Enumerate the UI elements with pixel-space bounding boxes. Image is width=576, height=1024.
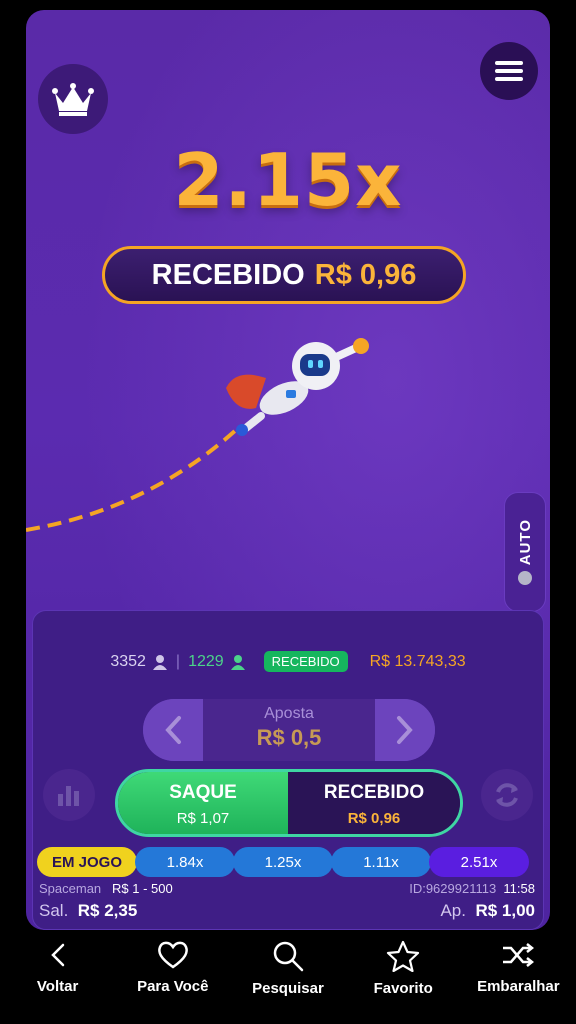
stats-divider: | bbox=[175, 652, 181, 670]
spaceman-character bbox=[226, 338, 369, 436]
received-box-value: R$ 0,96 bbox=[347, 810, 401, 827]
round-id: ID:9629921113 bbox=[409, 881, 497, 896]
status-badge: RECEBIDO bbox=[263, 651, 348, 672]
auto-label: AUTO bbox=[516, 518, 534, 566]
nav-label: Favorito bbox=[373, 980, 433, 997]
nav-label: Pesquisar bbox=[252, 980, 324, 997]
nav-search[interactable]: Pesquisar bbox=[233, 940, 343, 1024]
received-label: RECEBIDO bbox=[151, 258, 305, 291]
cashout-label: SAQUE bbox=[169, 782, 237, 803]
history-current: EM JOGO bbox=[37, 847, 137, 877]
nav-for-you[interactable]: Para Você bbox=[118, 940, 228, 1024]
received-box: RECEBIDO R$ 0,96 bbox=[288, 772, 460, 834]
cashout-button[interactable]: SAQUE R$ 1,07 bbox=[118, 772, 288, 834]
stats-button[interactable] bbox=[43, 769, 95, 821]
total-bet-label: Ap. bbox=[440, 901, 466, 920]
cashed-out-count: 1229 bbox=[188, 652, 224, 670]
nav-favorite[interactable]: Favorito bbox=[348, 940, 458, 1024]
history-item: 1.11x bbox=[331, 847, 431, 877]
hamburger-icon bbox=[495, 61, 523, 81]
balance-label: Sal. bbox=[39, 901, 69, 920]
round-time: 11:58 bbox=[503, 881, 535, 896]
balance: Sal. R$ 2,35 bbox=[39, 901, 137, 921]
auto-toggle[interactable]: AUTO bbox=[504, 492, 546, 612]
total-bet-value: R$ 1,00 bbox=[475, 901, 535, 920]
game-limits: Spaceman R$ 1 - 500 bbox=[39, 881, 173, 896]
balance-value: R$ 2,35 bbox=[77, 901, 138, 920]
history-item: 2.51x bbox=[429, 847, 529, 877]
game-name: Spaceman bbox=[39, 881, 102, 896]
round-meta: ID:9629921113 11:58 bbox=[409, 881, 535, 896]
bottom-nav: Voltar Para Você Pesquisar Favorito Emba… bbox=[0, 940, 576, 1024]
search-icon bbox=[273, 941, 304, 972]
nav-shuffle[interactable]: Embaralhar bbox=[463, 940, 573, 1024]
refresh-icon bbox=[496, 783, 518, 807]
balance-info: Sal. R$ 2,35 Ap. R$ 1,00 bbox=[39, 901, 535, 921]
chevron-right-icon bbox=[397, 716, 413, 744]
chevron-left-icon bbox=[50, 943, 64, 967]
players-count: 3352 bbox=[110, 652, 146, 670]
decrease-bet-button[interactable] bbox=[143, 699, 203, 761]
cashout-value: R$ 1,07 bbox=[176, 810, 230, 827]
history-item: 1.25x bbox=[233, 847, 333, 877]
increase-bet-button[interactable] bbox=[375, 699, 435, 761]
round-stats: 3352 | 1229 RECEBIDO R$ 13.743,33 bbox=[33, 651, 543, 672]
nav-label: Para Você bbox=[137, 978, 209, 995]
auto-bet-button[interactable] bbox=[481, 769, 533, 821]
user-icon bbox=[152, 654, 167, 670]
shuffle-icon bbox=[503, 943, 535, 967]
bet-amount-control: Aposta R$ 0,5 bbox=[143, 699, 435, 761]
nav-label: Voltar bbox=[36, 978, 79, 995]
auto-indicator-icon bbox=[518, 571, 532, 586]
bet-display: Aposta R$ 0,5 bbox=[203, 699, 375, 761]
game-info: Spaceman R$ 1 - 500 ID:9629921113 11:58 bbox=[39, 881, 535, 896]
round-history: EM JOGO 1.84x 1.25x 1.11x 2.51x bbox=[37, 847, 537, 877]
chevron-left-icon bbox=[165, 716, 181, 744]
bet-value: R$ 0,5 bbox=[256, 725, 322, 750]
bet-label: Aposta bbox=[264, 705, 314, 722]
history-item: 1.84x bbox=[135, 847, 235, 877]
bet-panel: 3352 | 1229 RECEBIDO R$ 13.743,33 Aposta… bbox=[32, 610, 544, 930]
star-icon bbox=[387, 940, 420, 972]
received-value: R$ 0,96 bbox=[314, 258, 417, 291]
received-box-label: RECEBIDO bbox=[323, 782, 425, 803]
crown-icon bbox=[52, 83, 94, 116]
total-bet: Ap. R$ 1,00 bbox=[440, 901, 535, 921]
game-area: 2.15x RECEBIDO R$ 0,96 AUTO 3352 | 1229 … bbox=[26, 10, 550, 930]
current-multiplier: 2.15x bbox=[173, 138, 403, 222]
bet-limits: R$ 1 - 500 bbox=[112, 881, 173, 896]
cashed-user-icon bbox=[230, 654, 245, 670]
heart-icon bbox=[157, 941, 188, 969]
menu-button[interactable] bbox=[480, 42, 538, 100]
leaderboard-button[interactable] bbox=[38, 64, 108, 134]
nav-label: Embaralhar bbox=[477, 978, 560, 995]
total-won: R$ 13.743,33 bbox=[369, 652, 466, 670]
received-banner: RECEBIDO R$ 0,96 bbox=[102, 246, 466, 304]
cashout-control: SAQUE R$ 1,07 RECEBIDO R$ 0,96 bbox=[115, 769, 463, 837]
nav-back[interactable]: Voltar bbox=[3, 940, 113, 1024]
bar-chart-icon bbox=[58, 786, 79, 806]
